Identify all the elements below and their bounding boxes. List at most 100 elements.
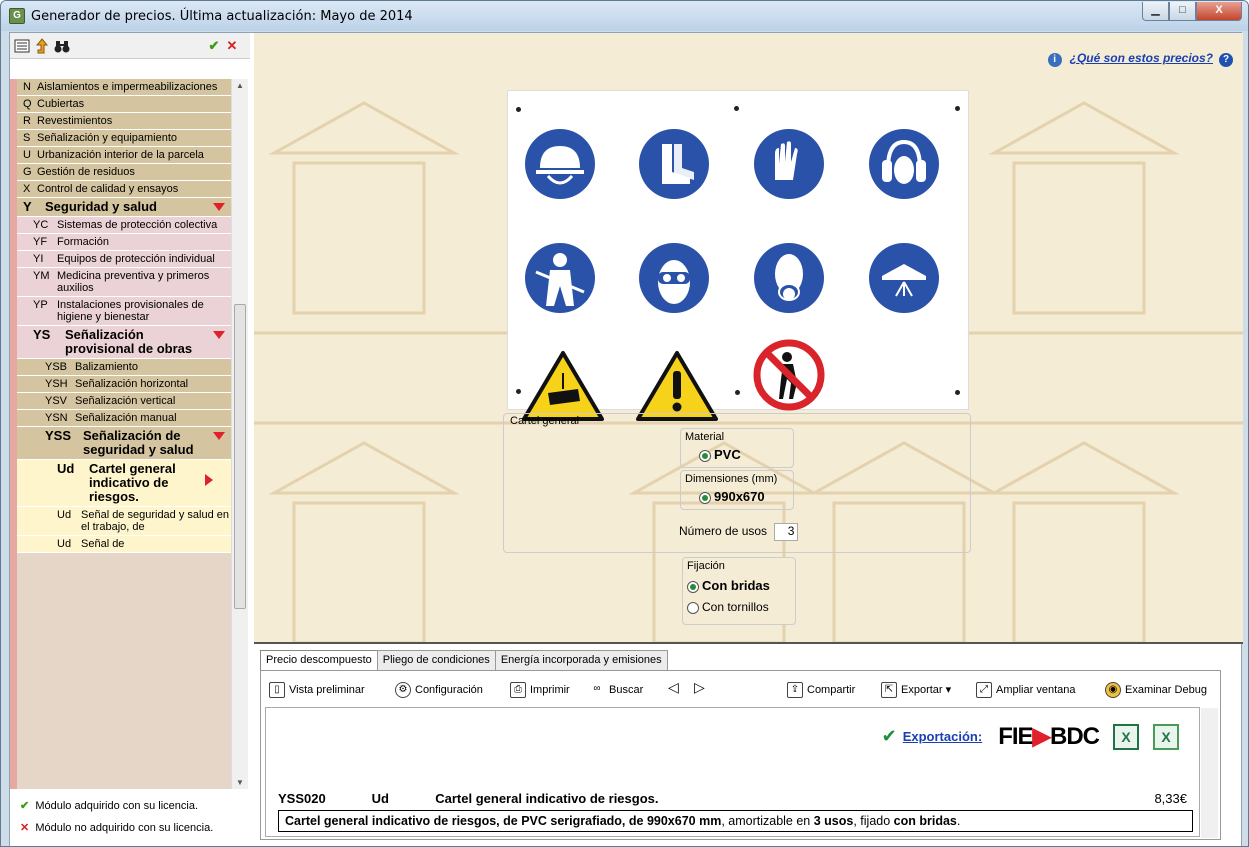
- tree-node-label: Cubiertas: [37, 98, 85, 110]
- tree-node[interactable]: YSB Balizamiento: [17, 359, 231, 376]
- tree-node[interactable]: Q Cubiertas: [17, 96, 231, 113]
- safety-goggles-icon: [639, 243, 709, 313]
- legend-not-acquired-label: Módulo no adquirido con su licencia.: [35, 822, 214, 834]
- dimensions-option[interactable]: 990x670: [699, 489, 765, 504]
- up-level-icon[interactable]: [34, 38, 50, 54]
- radio-icon[interactable]: [687, 601, 699, 614]
- chapter-tree[interactable]: N Aislamientos e impermeabilizaciones Q Cub…: [17, 79, 231, 789]
- left-panel: ✔ ✕ N Aislamientos e impermeabilizaciones…: [10, 33, 250, 846]
- tree-node[interactable]: YSV Señalización vertical: [17, 393, 231, 410]
- tree-node[interactable]: Y Seguridad y salud: [17, 198, 231, 217]
- tree-node[interactable]: YF Formación: [17, 234, 231, 251]
- tree-node[interactable]: YSS Señalización de seguridad y salud: [17, 427, 231, 460]
- search-label: Buscar: [609, 683, 644, 696]
- tree-scrollbar[interactable]: ▲ ▼: [231, 79, 248, 789]
- material-option[interactable]: PVC: [699, 447, 741, 462]
- share-button[interactable]: ⇪ Compartir: [787, 682, 855, 698]
- tree-scroll-thumb[interactable]: [234, 304, 246, 609]
- maximize-button[interactable]: □: [1169, 2, 1196, 21]
- tree-node[interactable]: X Control de calidad y ensayos: [17, 181, 231, 198]
- minimize-button[interactable]: ▁: [1142, 2, 1169, 21]
- config-title: Cartel general: [510, 415, 580, 427]
- item-price: 8,33€: [1154, 791, 1187, 806]
- safety-harness-icon: [525, 243, 595, 313]
- radio-icon[interactable]: [699, 449, 711, 462]
- scroll-up-icon[interactable]: ▲: [236, 81, 244, 90]
- tree-node-code: YP: [33, 299, 48, 311]
- tree-node-label: Medicina preventiva y primeros auxilios: [57, 270, 210, 294]
- preview-icon: ▯: [269, 682, 285, 698]
- scroll-down-icon[interactable]: ▼: [236, 778, 244, 787]
- tree-node-label: Revestimientos: [37, 115, 113, 127]
- document-scrollbar[interactable]: [1201, 708, 1218, 838]
- prev-button[interactable]: ◁: [668, 679, 679, 696]
- tree-node[interactable]: YC Sistemas de protección colectiva: [17, 217, 231, 234]
- tree-node-code: YSH: [45, 378, 68, 390]
- fie-bdc-logo[interactable]: FIE▶BDC: [998, 722, 1100, 751]
- tree-node-code: G: [23, 166, 32, 178]
- tree-node-code: N: [23, 81, 31, 93]
- tree-node[interactable]: YSN Señalización manual: [17, 410, 231, 427]
- tab-pane: ▯ Vista preliminar ⚙ Configuración ⎙ Imprim…: [260, 670, 1221, 840]
- close-button[interactable]: X: [1196, 2, 1242, 21]
- binoculars-icon[interactable]: [54, 38, 70, 54]
- fixing-option-bridas[interactable]: Con bridas: [687, 578, 770, 593]
- tree-node-code: Q: [23, 98, 32, 110]
- tree-node-label: Aislamientos e impermeabilizaciones: [37, 81, 218, 93]
- list-view-icon[interactable]: [14, 38, 30, 54]
- config-button[interactable]: ⚙ Configuración: [395, 682, 483, 698]
- export-link[interactable]: Exportación:: [903, 729, 982, 744]
- tree-node[interactable]: YSH Señalización horizontal: [17, 376, 231, 393]
- search-button[interactable]: ∞ Buscar: [589, 682, 643, 698]
- next-button[interactable]: ▷: [694, 679, 705, 696]
- expand-window-button[interactable]: ⤢ Ampliar ventana: [976, 682, 1076, 698]
- app-icon: G: [9, 8, 25, 24]
- window-title: Generador de precios. Última actualizaci…: [31, 9, 413, 24]
- tree-node-label: Señalización de seguridad y salud: [83, 428, 194, 457]
- expanded-arrow-icon[interactable]: [213, 432, 225, 440]
- suspended-load-warning-icon: [522, 351, 604, 421]
- radio-icon[interactable]: [687, 580, 699, 593]
- uses-input[interactable]: 3: [774, 523, 799, 541]
- tree-node-code: U: [23, 149, 31, 161]
- desc-part: .: [956, 814, 961, 828]
- print-button[interactable]: ⎙ Imprimir: [510, 682, 570, 698]
- tree-node[interactable]: YS Señalización provisional de obras: [17, 326, 231, 359]
- fixing-option-tornillos[interactable]: Con tornillos: [687, 600, 769, 614]
- tree-node[interactable]: U Urbanización interior de la parcela: [17, 147, 231, 164]
- help-icon[interactable]: ?: [1219, 53, 1233, 67]
- tree-node-label: Señalización vertical: [75, 395, 176, 407]
- not-acquired-filter-icon[interactable]: ✕: [224, 38, 240, 54]
- help-link-row: i ¿Qué son estos precios??: [1047, 51, 1233, 67]
- export-button[interactable]: ⇱ Exportar ▾: [881, 682, 951, 698]
- tab-pliego-condiciones[interactable]: Pliego de condiciones: [376, 650, 496, 671]
- preview-button[interactable]: ▯ Vista preliminar: [269, 682, 365, 698]
- tree-node[interactable]: Ud Señal de seguridad y salud en el traba…: [17, 507, 231, 536]
- tree-node[interactable]: YI Equipos de protección individual: [17, 251, 231, 268]
- tree-node[interactable]: R Revestimientos: [17, 113, 231, 130]
- tab-precio-descompuesto[interactable]: Precio descompuesto: [260, 650, 378, 672]
- tree-node[interactable]: YM Medicina preventiva y primeros auxilio…: [17, 268, 231, 297]
- radio-icon[interactable]: [699, 491, 711, 504]
- expanded-arrow-icon[interactable]: [213, 331, 225, 339]
- tree-node[interactable]: G Gestión de residuos: [17, 164, 231, 181]
- expand-label: Ampliar ventana: [996, 683, 1076, 696]
- tree-node[interactable]: YP Instalaciones provisionales de higiene…: [17, 297, 231, 326]
- tree-node-label: Señal de: [81, 538, 125, 550]
- debug-button[interactable]: ◉ Examinar Debug: [1105, 682, 1207, 698]
- tree-node[interactable]: N Aislamientos e impermeabilizaciones: [17, 79, 231, 96]
- excel-table-icon[interactable]: X: [1153, 723, 1179, 750]
- material-group: Material PVC: [680, 428, 794, 468]
- legend-acquired-label: Módulo adquirido con su licencia.: [35, 800, 198, 812]
- expanded-arrow-icon[interactable]: [213, 203, 225, 211]
- tree-node[interactable]: Ud Cartel general indicativo de riesgos.: [17, 460, 231, 507]
- acquired-filter-icon[interactable]: ✔: [206, 38, 222, 54]
- splitter[interactable]: [254, 642, 1243, 644]
- what-are-prices-link[interactable]: ¿Qué son estos precios?: [1070, 51, 1213, 65]
- tree-node[interactable]: S Señalización y equipamiento: [17, 130, 231, 147]
- tree-node[interactable]: Ud Señal de: [17, 536, 231, 553]
- print-label: Imprimir: [530, 683, 570, 696]
- tree-node-code: X: [23, 183, 31, 195]
- excel-icon[interactable]: X: [1113, 723, 1139, 750]
- tab-energia[interactable]: Energía incorporada y emisiones: [494, 650, 668, 671]
